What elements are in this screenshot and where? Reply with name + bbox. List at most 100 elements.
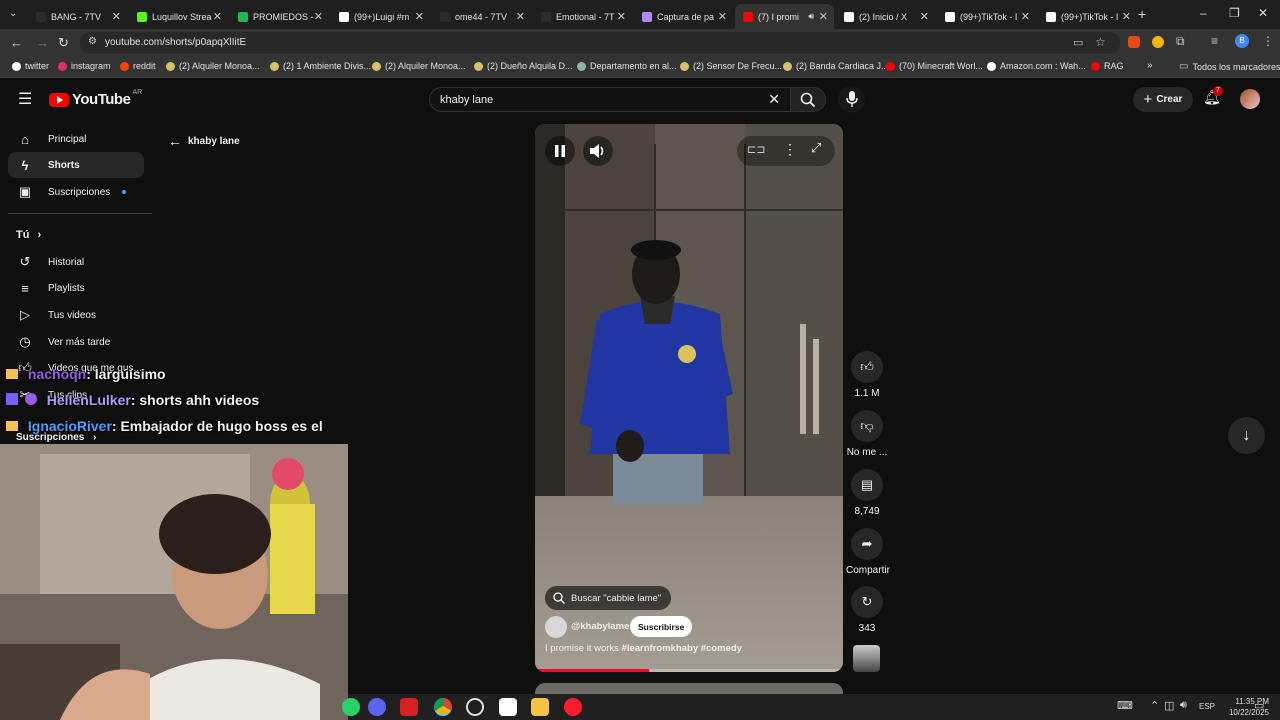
minimize-icon[interactable]: – <box>1200 6 1207 20</box>
next-video-button[interactable]: ↓ <box>1228 417 1265 454</box>
bookmark-item[interactable]: RAG <box>1091 61 1124 71</box>
browser-tab[interactable]: (2) Inicio / X ✕ <box>836 4 935 29</box>
install-app-icon[interactable]: ▭ <box>1073 36 1083 49</box>
fullscreen-icon[interactable]: ⤢ <box>811 140 821 156</box>
language-indicator[interactable]: ESP <box>1199 702 1215 711</box>
bookmark-item[interactable]: (2) Banda Cardiaca J... <box>783 61 889 71</box>
new-tab-button[interactable]: + <box>1138 6 1146 22</box>
share-action[interactable]: ➦ Compartir <box>846 528 890 576</box>
bookmark-item[interactable]: (2) Dueño Alquila D... <box>474 61 573 71</box>
browser-tab[interactable]: Luquillov Strea ✕ <box>129 4 228 29</box>
dislike-button[interactable]: 👎︎ <box>851 410 883 442</box>
sidebar-item-shorts[interactable]: ϟ Shorts <box>8 152 144 178</box>
profile-avatar[interactable]: B <box>1235 34 1249 48</box>
sidebar-item-ver-mas-tarde[interactable]: ◷ Ver más tarde <box>8 329 144 355</box>
youtube-logo[interactable]: YouTube AR <box>49 89 142 108</box>
notifications-button[interactable]: 🔔︎ 7 <box>1203 86 1223 109</box>
progress-track[interactable] <box>535 669 843 672</box>
bookmark-item[interactable]: (2) 1 Ambiente Divis... <box>270 61 371 71</box>
keyboard-icon[interactable]: ⌨ <box>1117 699 1133 712</box>
hashtag-links[interactable]: #learnfromkhaby #comedy <box>622 643 742 654</box>
extensions-puzzle-icon[interactable]: ⧉ <box>1176 34 1185 49</box>
tray-chevron-icon[interactable]: ⌃ <box>1150 699 1159 712</box>
chrome-icon[interactable] <box>434 698 452 716</box>
sidebar-item-historial[interactable]: ↺ Historial <box>8 249 144 275</box>
tab-close-icon[interactable]: ✕ <box>314 10 323 23</box>
close-window-icon[interactable]: ✕ <box>1258 6 1268 20</box>
browser-tab[interactable]: (99+)Luigi #m ✕ <box>331 4 430 29</box>
discord-icon[interactable] <box>368 698 386 716</box>
browser-menu-icon[interactable]: ⋮ <box>1262 34 1274 48</box>
remix-action[interactable]: ↻ 343 <box>846 586 888 634</box>
tab-close-icon[interactable]: ✕ <box>1021 10 1030 23</box>
bookmark-item[interactable]: (2) Sensor De Frecu... <box>680 61 782 71</box>
back-to-search[interactable]: ← khaby lane <box>168 133 240 149</box>
bookmark-item[interactable]: (70) Minecraft Worl... <box>886 61 983 71</box>
like-button[interactable]: 👍︎ <box>851 351 883 383</box>
share-button[interactable]: ➦ <box>851 528 883 560</box>
all-bookmarks-folder[interactable]: ▭ Todos los marcadores <box>1179 61 1280 72</box>
more-bookmarks-icon[interactable]: » <box>1147 60 1153 71</box>
media-controls-icon[interactable]: ≡ <box>1211 34 1218 48</box>
obs-icon[interactable] <box>466 698 484 716</box>
channel-avatar[interactable] <box>545 616 567 638</box>
speaker-icon[interactable]: 🔊︎ <box>1180 699 1187 712</box>
tab-close-icon[interactable]: ✕ <box>415 10 424 23</box>
sidebar-item-playlists[interactable]: ≡ Playlists <box>8 275 144 301</box>
tab-close-icon[interactable]: ✕ <box>718 10 727 23</box>
restore-icon[interactable]: ❐ <box>1229 6 1240 20</box>
create-button[interactable]: + Crear <box>1133 87 1193 112</box>
captions-icon[interactable]: ⊏⊐ <box>747 143 765 156</box>
network-icon[interactable]: ◫ <box>1164 699 1174 712</box>
sidebar-item-suscripciones[interactable]: ▣ Suscripciones <box>8 179 144 205</box>
browser-tab[interactable]: (7) I promi 🔊︎ ✕ <box>735 4 834 29</box>
volume-button[interactable] <box>583 136 613 166</box>
tab-close-icon[interactable]: ✕ <box>112 10 121 23</box>
browser-tab[interactable]: Emotional - 7T ✕ <box>533 4 632 29</box>
browser-tab[interactable]: PROMIEDOS - ✕ <box>230 4 329 29</box>
tab-search-icon[interactable]: ⌄ <box>9 8 17 19</box>
whatsapp-icon[interactable] <box>342 698 360 716</box>
like-action[interactable]: 👍︎ 1.1 M <box>846 351 888 399</box>
bookmark-item[interactable]: reddit <box>120 61 156 71</box>
tab-close-icon[interactable]: ✕ <box>617 10 626 23</box>
capcut-icon[interactable] <box>499 698 517 716</box>
browser-tab[interactable]: (99+)TikTok - I ✕ <box>1038 4 1137 29</box>
voice-search-button[interactable] <box>838 86 865 113</box>
browser-tab[interactable]: BANG - 7TV ✕ <box>28 4 127 29</box>
bookmark-item[interactable]: Departamento en al... <box>577 61 677 71</box>
tab-close-icon[interactable]: ✕ <box>920 10 929 23</box>
browser-tab[interactable]: (99+)TikTok - I ✕ <box>937 4 1036 29</box>
search-suggestion-chip[interactable]: Buscar "cabbie lame" <box>545 586 672 610</box>
tab-close-icon[interactable]: ✕ <box>819 10 828 23</box>
extension-icon[interactable] <box>1128 36 1140 48</box>
site-info-icon[interactable]: ⚙ <box>88 36 97 47</box>
short-video-player[interactable]: ⊏⊐ ⋮ ⤢ Buscar "cabbie lame" @khabylame S… <box>535 124 843 672</box>
reload-icon[interactable]: ↻ <box>58 35 69 51</box>
tab-close-icon[interactable]: ✕ <box>516 10 525 23</box>
sidebar-item-principal[interactable]: ⌂ Principal <box>8 126 144 152</box>
sidebar-item-tus-videos[interactable]: ▷ Tus videos <box>8 302 144 328</box>
channel-handle[interactable]: @khabylame <box>571 621 629 632</box>
forward-nav-icon[interactable]: → <box>36 35 49 50</box>
voicemeeter-icon[interactable] <box>400 698 418 716</box>
tab-close-icon[interactable]: ✕ <box>213 10 222 23</box>
account-avatar[interactable] <box>1240 89 1260 109</box>
more-options-icon[interactable]: ⋮ <box>783 141 797 158</box>
file-explorer-icon[interactable] <box>531 698 549 716</box>
sidebar-heading-you[interactable]: Tú › <box>8 222 144 248</box>
sound-thumbnail[interactable] <box>853 645 880 672</box>
clear-search-icon[interactable]: ✕ <box>768 91 780 108</box>
back-nav-icon[interactable]: ← <box>10 35 23 50</box>
browser-tab[interactable]: Captura de pa ✕ <box>634 4 733 29</box>
tab-close-icon[interactable]: ✕ <box>1122 10 1131 23</box>
bookmark-item[interactable]: (2) Alquiler Monoa... <box>372 61 466 71</box>
address-bar[interactable]: ⚙ youtube.com/shorts/p0apqXlIitE ▭ ☆ <box>80 32 1120 54</box>
bookmark-star-icon[interactable]: ☆ <box>1095 35 1106 49</box>
tab-audio-icon[interactable]: 🔊︎ <box>808 11 814 22</box>
subscribe-button[interactable]: Suscribirse <box>630 616 693 637</box>
remix-button[interactable]: ↻ <box>851 586 883 618</box>
pause-button[interactable] <box>545 136 575 166</box>
bookmark-item[interactable]: Amazon.com : Wah... <box>987 61 1086 71</box>
comments-button[interactable]: ▤ <box>851 469 883 501</box>
